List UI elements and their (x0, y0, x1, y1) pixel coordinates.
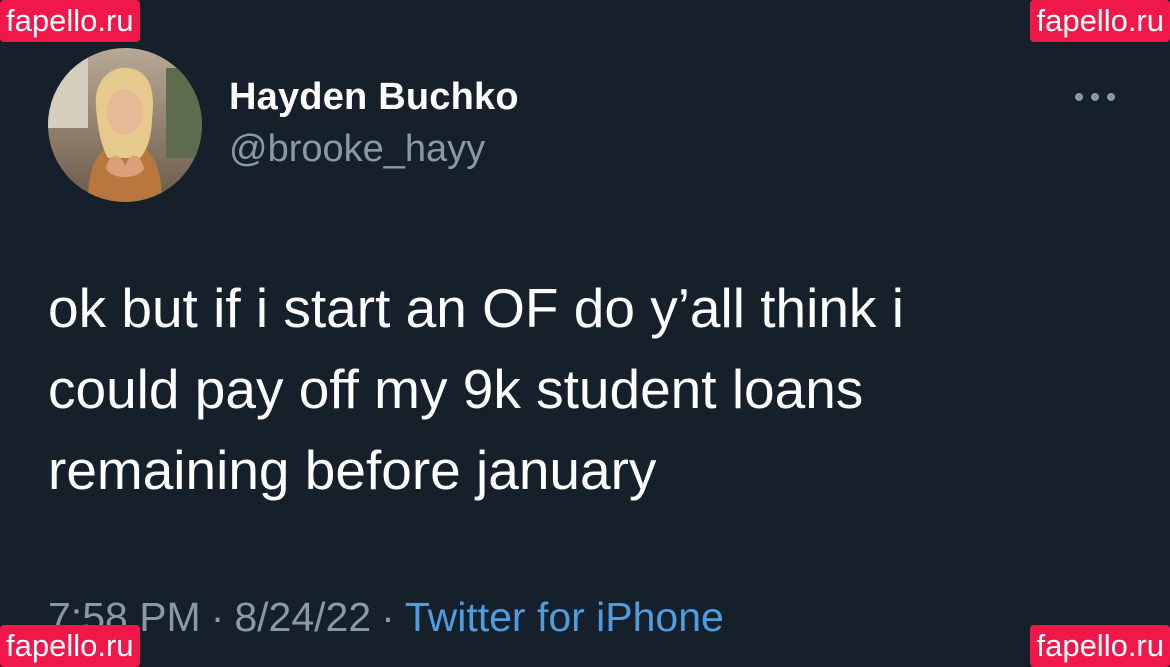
avatar-image (48, 48, 202, 202)
tweet-source-link[interactable]: Twitter for iPhone (405, 594, 724, 640)
watermark-top-left: fapello.ru (0, 0, 140, 42)
tweet-meta: 7:58 PM · 8/24/22 · Twitter for iPhone (48, 594, 724, 641)
watermark-bottom-left: fapello.ru (0, 625, 140, 667)
watermark-top-right: fapello.ru (1030, 0, 1170, 42)
user-handle[interactable]: @brooke_hayy (229, 128, 485, 171)
more-horizontal-icon (1075, 93, 1115, 101)
meta-separator: · (381, 594, 395, 640)
avatar[interactable] (48, 48, 202, 202)
tweet-date[interactable]: 8/24/22 (234, 594, 371, 640)
meta-separator: · (210, 594, 225, 640)
tweet-text: ok but if i start an OF do y’all think i… (48, 277, 904, 501)
more-options-button[interactable] (1066, 84, 1126, 110)
tweet-card: Hayden Buchko @brooke_hayy ok but if i s… (0, 0, 1170, 667)
watermark-bottom-right: fapello.ru (1030, 625, 1170, 667)
display-name[interactable]: Hayden Buchko (229, 76, 519, 119)
